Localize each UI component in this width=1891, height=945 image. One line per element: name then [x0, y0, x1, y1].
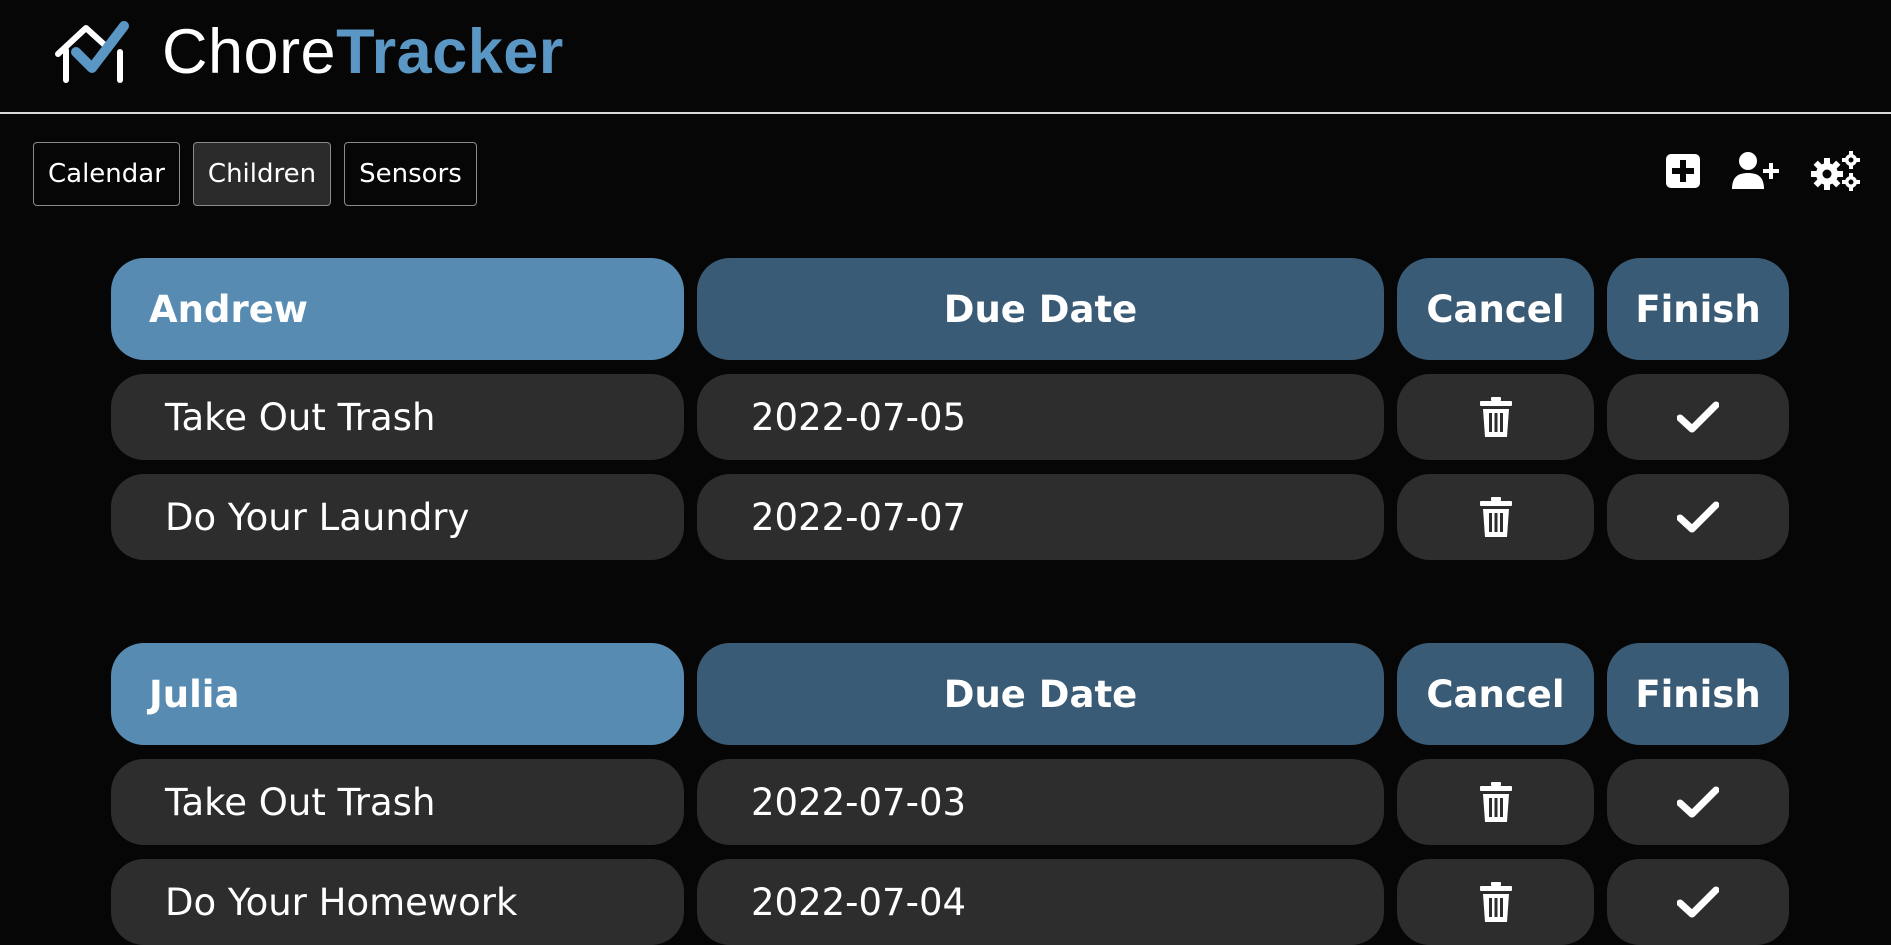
tab-calendar[interactable]: Calendar — [33, 142, 180, 206]
due-date: 2022-07-04 — [697, 859, 1384, 945]
table-row: Do Your Laundry 2022-07-07 — [111, 474, 1789, 560]
due-date-header: Due Date — [697, 258, 1384, 360]
gears-icon[interactable] — [1811, 150, 1861, 192]
table-row: Take Out Trash 2022-07-03 — [111, 759, 1789, 845]
finish-header: Finish — [1607, 643, 1789, 745]
trash-icon — [1479, 397, 1512, 437]
table-row: Do Your Homework 2022-07-04 — [111, 859, 1789, 945]
logo[interactable]: ChoreTracker — [52, 20, 564, 84]
due-date-header: Due Date — [697, 643, 1384, 745]
due-date: 2022-07-05 — [697, 374, 1384, 460]
cancel-button[interactable] — [1397, 474, 1594, 560]
chore-name: Take Out Trash — [111, 374, 684, 460]
child-name: Julia — [111, 643, 684, 745]
cancel-header: Cancel — [1397, 258, 1594, 360]
toolbar — [1665, 150, 1861, 192]
cancel-button[interactable] — [1397, 759, 1594, 845]
app-title-part1: Chore — [162, 16, 337, 87]
chore-name: Do Your Homework — [111, 859, 684, 945]
add-user-icon[interactable] — [1731, 151, 1781, 191]
app-header: ChoreTracker — [0, 0, 1891, 114]
finish-header: Finish — [1607, 258, 1789, 360]
trash-icon — [1479, 882, 1512, 922]
table-header: Julia Due Date Cancel Finish — [111, 643, 1789, 745]
cancel-button[interactable] — [1397, 374, 1594, 460]
child-table-julia: Julia Due Date Cancel Finish Take Out Tr… — [111, 643, 1789, 945]
table-row: Take Out Trash 2022-07-05 — [111, 374, 1789, 460]
plus-square-icon[interactable] — [1665, 153, 1701, 189]
due-date: 2022-07-07 — [697, 474, 1384, 560]
tab-sensors[interactable]: Sensors — [344, 142, 477, 206]
due-date: 2022-07-03 — [697, 759, 1384, 845]
finish-button[interactable] — [1607, 374, 1789, 460]
main-nav: Calendar Children Sensors — [33, 142, 477, 206]
finish-button[interactable] — [1607, 759, 1789, 845]
trash-icon — [1479, 497, 1512, 537]
check-icon — [1677, 886, 1719, 918]
app-title-part2: Tracker — [336, 16, 564, 87]
app-title: ChoreTracker — [162, 20, 564, 84]
cancel-header: Cancel — [1397, 643, 1594, 745]
check-icon — [1677, 786, 1719, 818]
chore-name: Take Out Trash — [111, 759, 684, 845]
check-icon — [1677, 401, 1719, 433]
tab-children[interactable]: Children — [192, 142, 332, 206]
finish-button[interactable] — [1607, 859, 1789, 945]
child-name: Andrew — [111, 258, 684, 360]
house-check-icon — [55, 21, 129, 83]
table-header: Andrew Due Date Cancel Finish — [111, 258, 1789, 360]
cancel-button[interactable] — [1397, 859, 1594, 945]
check-icon — [1677, 501, 1719, 533]
finish-button[interactable] — [1607, 474, 1789, 560]
trash-icon — [1479, 782, 1512, 822]
chore-name: Do Your Laundry — [111, 474, 684, 560]
child-table-andrew: Andrew Due Date Cancel Finish Take Out T… — [111, 258, 1789, 560]
